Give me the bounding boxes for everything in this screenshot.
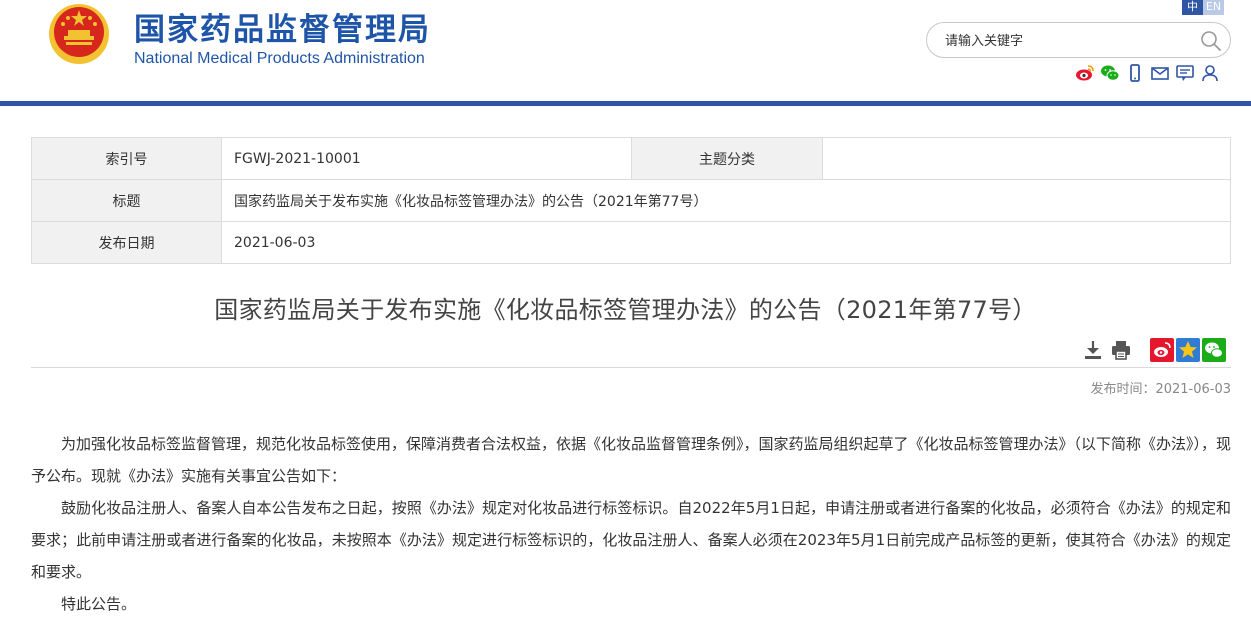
search-icon[interactable] <box>1200 30 1222 52</box>
article-title: 国家药监局关于发布实施《化妆品标签管理办法》的公告（2021年第77号） <box>214 296 1037 324</box>
paragraph: 鼓励化妆品注册人、备案人自本公告发布之日起，按照《办法》规定对化妆品进行标签标识… <box>31 499 1231 581</box>
lang-cn-button[interactable]: 中 <box>1182 0 1203 15</box>
share-weibo-icon[interactable] <box>1150 338 1174 362</box>
date-value: 2021-06-03 <box>221 221 1231 264</box>
language-switch: 中 EN <box>1182 0 1224 15</box>
paragraph: 特此公告。 <box>61 595 137 613</box>
message-icon[interactable] <box>1175 63 1195 83</box>
search-input[interactable] <box>945 31 1195 51</box>
user-icon[interactable] <box>1200 63 1220 83</box>
weibo-icon[interactable] <box>1075 63 1095 83</box>
topic-value <box>822 137 1231 180</box>
search-box <box>926 22 1231 58</box>
site-title-en[interactable]: National Medical Products Administration <box>134 50 425 68</box>
download-icon[interactable] <box>1083 339 1103 361</box>
site-title-cn[interactable]: 国家药品监督管理局 <box>134 4 431 49</box>
topic-label: 主题分类 <box>631 137 823 180</box>
site-header: 国家药品监督管理局 National Medical Products Admi… <box>0 0 1251 106</box>
top-icon-bar <box>1075 63 1220 85</box>
paragraph: 为加强化妆品标签监督管理，规范化妆品标签使用，保障消费者合法权益，依据《化妆品监… <box>31 435 1232 485</box>
mobile-icon[interactable] <box>1125 63 1145 83</box>
lang-en-button[interactable]: EN <box>1203 0 1224 15</box>
mail-icon[interactable] <box>1150 63 1170 83</box>
article-body: 为加强化妆品标签监督管理，规范化妆品标签使用，保障消费者合法权益，依据《化妆品监… <box>31 428 1231 620</box>
title-label: 标题 <box>31 179 222 222</box>
table-row: 索引号 FGWJ-2021-10001 主题分类 <box>31 137 1231 180</box>
share-wechat-icon[interactable] <box>1202 338 1226 362</box>
title-divider <box>31 367 1231 368</box>
share-bar <box>1150 338 1226 362</box>
index-label: 索引号 <box>31 137 222 180</box>
wechat-icon[interactable] <box>1100 63 1120 83</box>
table-row: 标题 国家药监局关于发布实施《化妆品标签管理办法》的公告（2021年第77号） <box>31 179 1231 222</box>
date-label: 发布日期 <box>31 221 222 264</box>
title-value: 国家药监局关于发布实施《化妆品标签管理办法》的公告（2021年第77号） <box>221 179 1231 222</box>
print-icon[interactable] <box>1111 339 1131 361</box>
article-tools <box>1083 339 1131 361</box>
share-favorite-icon[interactable] <box>1176 338 1200 362</box>
document-info-table: 索引号 FGWJ-2021-10001 主题分类 标题 国家药监局关于发布实施《… <box>31 137 1231 264</box>
national-emblem-icon[interactable] <box>46 2 112 66</box>
header-divider-bar <box>0 101 1251 106</box>
index-value: FGWJ-2021-10001 <box>221 137 632 180</box>
publish-time: 发布时间：2021-06-03 <box>1090 382 1231 397</box>
table-row: 发布日期 2021-06-03 <box>31 221 1231 264</box>
